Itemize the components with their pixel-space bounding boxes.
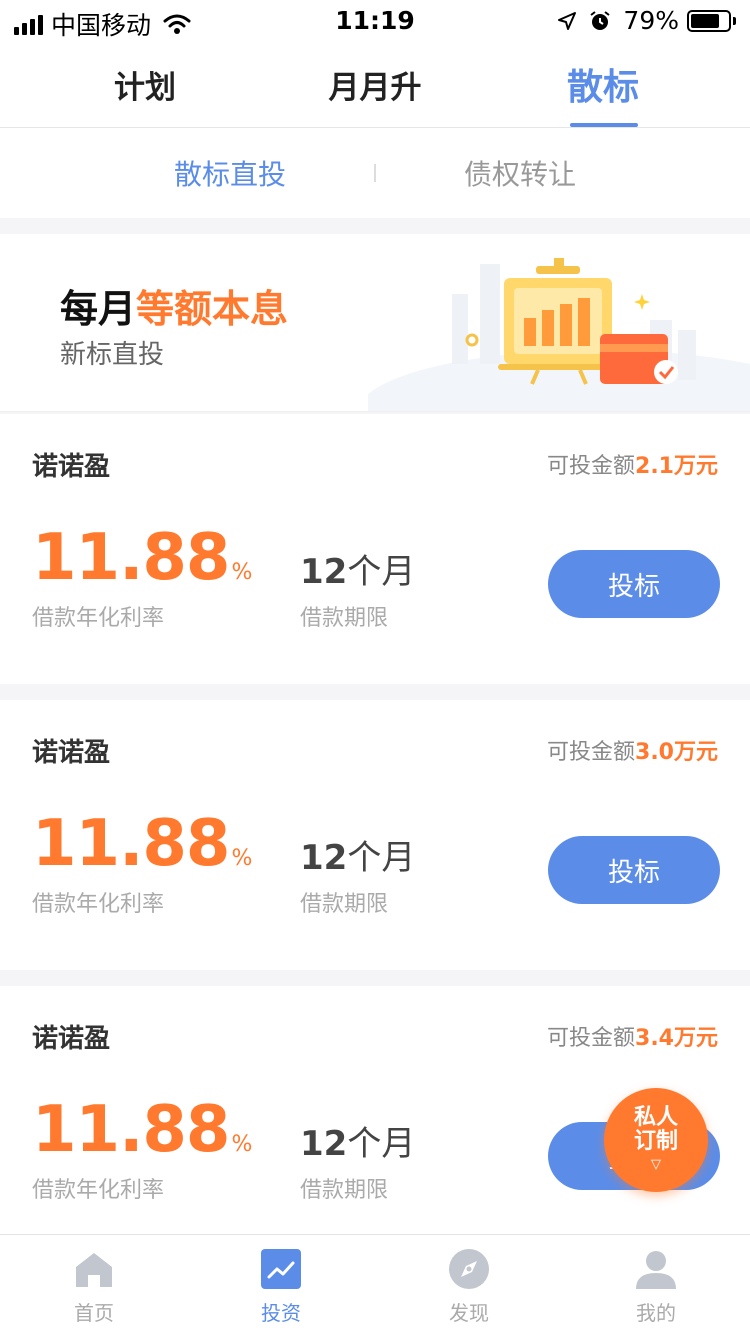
available-value: 2.1万元 [635,454,718,479]
rate-unit: % [231,1132,252,1157]
term-unit: 个月 [347,552,416,592]
compass-icon [449,1249,489,1289]
location-arrow-icon [558,11,577,30]
term-label: 借款期限 [300,892,389,917]
battery-percent: 79% [623,6,679,35]
banner-title-highlight: 等额本息 [136,287,289,331]
tab-monthly-rise[interactable]: 月月升 [310,40,440,128]
user-icon [636,1251,676,1289]
tab-scattered-loans[interactable]: 散标 [548,40,658,128]
rate-label: 借款年化利率 [32,892,165,917]
term-value: 12 [300,552,348,592]
nav-home[interactable]: 首页 [34,1235,154,1334]
rate-unit: % [231,560,252,585]
loan-term: 12个月 [300,1116,415,1165]
nav-mine[interactable]: 我的 [596,1235,716,1334]
bottom-nav: 首页 投资 发现 我的 [0,1234,750,1334]
triangle-down-icon: ▽ [651,1157,661,1172]
loan-term: 12个月 [300,544,415,593]
subtab-debt-transfer[interactable]: 债权转让 [420,128,620,218]
sub-tab-bar: 散标直投 债权转让 [0,128,750,218]
invest-button[interactable]: 投标 [548,836,720,904]
rate-unit: % [231,846,252,871]
available-amount: 可投金额3.0万元 [547,734,718,766]
product-card[interactable]: 诺诺盈 可投金额3.0万元 11.88% 借款年化利率 12个月 借款期限 投标 [0,700,750,970]
banner-title-prefix: 每月 [60,287,137,331]
status-bar: 中国移动 11:19 79% [0,0,750,40]
nav-discover[interactable]: 发现 [409,1235,529,1334]
float-badge-line2: 订制 [633,1129,678,1154]
term-label: 借款期限 [300,606,389,631]
product-card[interactable]: 诺诺盈 可投金额2.1万元 11.88% 借款年化利率 12个月 借款期限 投标 [0,414,750,684]
top-tab-bar: 计划 月月升 散标 [0,40,750,128]
subtab-direct-invest[interactable]: 散标直投 [130,128,330,218]
product-name: 诺诺盈 [32,738,111,768]
tab-plan[interactable]: 计划 [90,40,200,128]
float-badge-line1: 私人 [633,1105,678,1130]
private-custom-float-button[interactable]: 私人 订制 ▽ [604,1088,708,1192]
available-amount: 可投金额3.4万元 [547,1020,718,1052]
available-label: 可投金额 [547,1026,636,1051]
available-amount: 可投金额2.1万元 [547,448,718,480]
nav-invest-label: 投资 [261,1301,301,1325]
interest-rate: 11.88% [32,1093,252,1181]
active-tab-underline [570,123,638,127]
rate-label: 借款年化利率 [32,606,165,631]
rate-label: 借款年化利率 [32,1178,165,1203]
term-value: 12 [300,838,348,878]
rate-value: 11.88 [32,807,230,881]
invest-button[interactable]: 投标 [548,550,720,618]
nav-mine-label: 我的 [636,1301,676,1325]
banner-subtitle: 新标直投 [60,340,165,370]
loan-term: 12个月 [300,830,415,879]
home-icon [76,1253,112,1287]
term-unit: 个月 [347,838,416,878]
alarm-icon [590,10,611,30]
available-label: 可投金额 [547,454,636,479]
product-name: 诺诺盈 [32,1024,111,1054]
invest-chart-icon [261,1249,301,1289]
nav-discover-label: 发现 [449,1301,489,1325]
available-value: 3.0万元 [635,740,718,765]
interest-rate: 11.88% [32,521,252,609]
battery-icon [687,9,736,32]
nav-invest[interactable]: 投资 [221,1235,341,1334]
available-label: 可投金额 [547,740,636,765]
status-right: 79% [557,6,736,35]
term-unit: 个月 [347,1124,416,1164]
available-value: 3.4万元 [635,1026,718,1051]
rate-value: 11.88 [32,1093,230,1167]
product-name: 诺诺盈 [32,452,111,482]
banner-title: 每月等额本息 [60,278,288,333]
term-label: 借款期限 [300,1178,389,1203]
interest-rate: 11.88% [32,807,252,895]
term-value: 12 [300,1124,348,1164]
rate-value: 11.88 [32,521,230,595]
promo-banner[interactable]: 每月等额本息 新标直投 [0,234,750,412]
subtab-divider [374,164,376,182]
nav-home-label: 首页 [74,1301,114,1325]
banner-illustration [368,258,750,411]
